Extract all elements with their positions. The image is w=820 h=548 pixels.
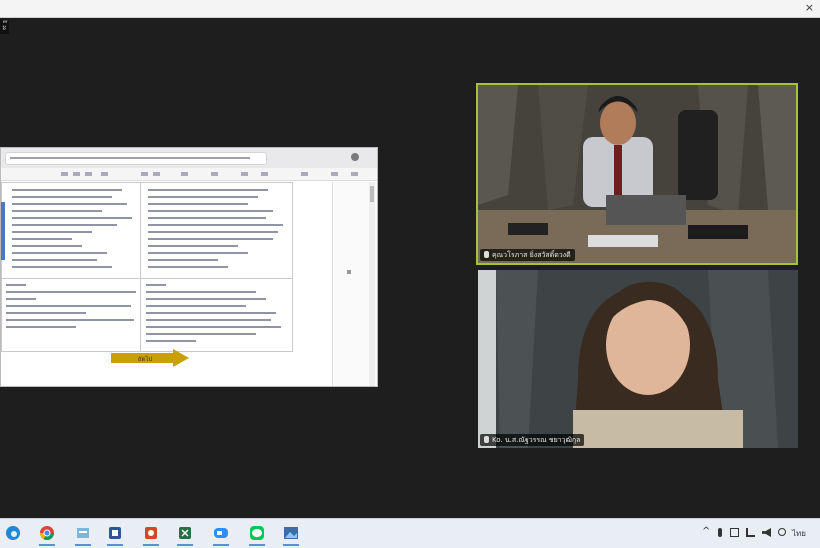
shared-screen: ถัดไป [0,147,378,387]
participant-video-frame [478,85,796,263]
window-titlebar: × [0,0,820,18]
browser-address-bar [1,148,377,169]
mic-icon [484,251,489,258]
tray-mic-icon[interactable] [718,528,722,537]
windows-taskbar: ^ ไทย [0,518,820,548]
mic-icon [484,436,489,443]
photos-icon[interactable] [280,523,302,546]
tray-camera-icon[interactable] [730,528,739,537]
doc-scrollbar[interactable] [369,182,375,386]
zoom-icon[interactable] [210,523,232,546]
network-icon[interactable] [746,528,755,537]
system-tray: ^ ไทย [700,519,820,548]
tray-chevron-icon[interactable]: ^ [702,526,710,537]
files-icon[interactable] [72,523,94,546]
participant-video-frame [478,270,798,448]
participant-name-label: Ko. น.ส.ณัฐวรรณ ชยาวุฒิกุล [480,434,585,446]
input-language[interactable]: ไทย [792,527,806,540]
line-icon[interactable] [246,523,268,546]
volume-icon[interactable] [762,528,771,537]
doc-toolbar [1,168,377,181]
edge-icon[interactable] [2,523,24,543]
globe-icon[interactable] [778,528,786,536]
close-icon[interactable]: × [805,1,814,15]
excel-icon[interactable] [174,523,196,546]
powerpoint-icon[interactable] [140,523,162,546]
next-arrow-label: ถัดไป [138,355,153,363]
url-field [5,152,267,165]
corner-label: ะ๊ [0,20,9,34]
blue-arrow-shape [1,202,5,260]
participant-name-label: คุณวโรภาส ยิ่งสวัสดิ์ดวงดี [480,249,575,261]
document-table [1,182,293,352]
video-tile-participant[interactable]: Ko. น.ส.ณัฐวรรณ ชยาวุฒิกุล [478,270,798,448]
chrome-icon[interactable] [36,523,58,546]
word-icon[interactable] [104,523,126,546]
profile-avatar [351,153,359,161]
video-tile-active-speaker[interactable]: คุณวโรภาส ยิ่งสวัสดิ์ดวงดี [476,83,798,265]
next-arrow-shape: ถัดไป [111,349,189,367]
